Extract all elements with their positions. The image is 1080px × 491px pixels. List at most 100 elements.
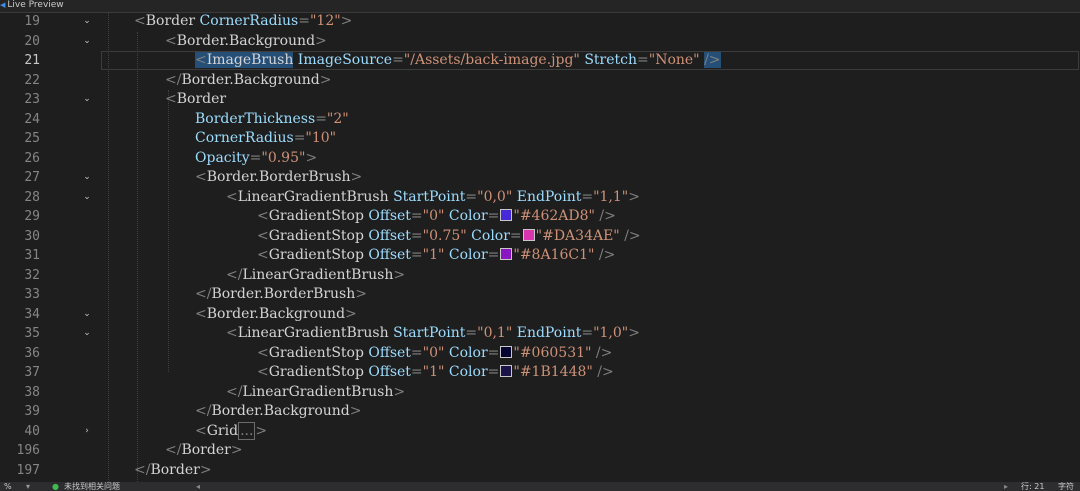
code-text[interactable]: CornerRadius="10" [195, 129, 336, 149]
scroll-left-icon[interactable]: ◂ [196, 482, 200, 491]
code-text[interactable]: <Border.BorderBrush> [195, 168, 362, 188]
code-line[interactable]: 27 ⌄ <Border.BorderBrush> [0, 168, 1080, 188]
code-line[interactable]: 22 </Border.Background> [0, 71, 1080, 91]
code-line[interactable]: 37 <GradientStop Offset="1" Color= "#1B144… [0, 363, 1080, 383]
punctuation: > [355, 286, 367, 302]
punctuation: = [249, 149, 262, 166]
code-text[interactable]: <Border CornerRadius="12"> [134, 12, 352, 32]
issues-status[interactable]: 未找到相关问题 [64, 482, 120, 491]
code-text[interactable]: </LinearGradientBrush> [226, 383, 405, 403]
code-text[interactable]: <LinearGradientBrush StartPoint="0,1" En… [226, 324, 640, 344]
collapsed-region[interactable]: ... [238, 421, 256, 440]
punctuation: > [305, 149, 318, 166]
tag-name-highlighted: ImageBrush [206, 52, 294, 68]
code-text[interactable]: </Border.Background> [165, 71, 332, 91]
zoom-level[interactable]: % [4, 482, 12, 491]
code-text[interactable]: <Grid... > [195, 421, 267, 442]
code-text[interactable]: <Border.Background> [195, 305, 357, 325]
code-line[interactable]: 30 <GradientStop Offset="0.75" Color= "#DA… [0, 227, 1080, 247]
code-line[interactable]: 26 Opacity="0.95"> [0, 149, 1080, 169]
punctuation: < [195, 169, 207, 185]
code-text[interactable]: <ImageBrush ImageSource="/Assets/back-im… [195, 51, 721, 71]
fold-chevron-down-icon[interactable]: ⌄ [82, 324, 92, 344]
check-circle-icon: ● [52, 482, 59, 491]
punctuation: > [199, 461, 212, 478]
color-swatch[interactable] [500, 365, 513, 377]
code-text[interactable]: </Border> [134, 461, 212, 481]
attribute-name: Color [448, 344, 488, 361]
attribute-value: "0" [422, 344, 445, 361]
code-text[interactable]: </Border.BorderBrush> [195, 285, 367, 305]
punctuation: </ [195, 403, 212, 419]
line-indicator[interactable]: 行: 21 [1021, 482, 1044, 491]
code-line[interactable]: 38 </LinearGradientBrush> [0, 383, 1080, 403]
code-text[interactable]: </Border> [165, 441, 243, 461]
tag-name: Border [150, 461, 200, 478]
code-line[interactable]: 35 ⌄ <LinearGradientBrush StartPoint="0,1"… [0, 324, 1080, 344]
code-text[interactable]: BorderThickness="2" [195, 110, 349, 130]
code-line[interactable]: 20 ⌄ <Border.Background> [0, 32, 1080, 52]
code-line[interactable]: 33 </Border.BorderBrush> [0, 285, 1080, 305]
attribute-value: "1,1" [593, 188, 629, 205]
punctuation: = [581, 188, 594, 205]
code-text[interactable]: <GradientStop Offset="0.75" Color= "#DA34… [257, 227, 641, 247]
fold-chevron-down-icon[interactable]: ⌄ [82, 32, 92, 52]
color-swatch[interactable] [500, 209, 513, 221]
line-number: 39 [24, 404, 40, 419]
attribute-name: ImageSource [297, 52, 393, 68]
code-line[interactable]: 34 ⌄ <Border.Background> [0, 305, 1080, 325]
attribute-name: CornerRadius [195, 130, 294, 146]
code-line[interactable]: 24 BorderThickness="2" [0, 110, 1080, 130]
tag-name: GradientStop [268, 344, 364, 361]
code-line[interactable]: 21 <ImageBrush ImageSource="/Assets/back-… [0, 51, 1080, 71]
punctuation: = [410, 364, 423, 380]
tag-name: Border.BorderBrush [206, 169, 351, 185]
char-indicator[interactable]: 字符 [1058, 482, 1074, 491]
color-swatch[interactable] [500, 248, 513, 260]
punctuation: = [298, 13, 310, 29]
code-text[interactable]: <GradientStop Offset="0" Color= "#060531"… [257, 344, 612, 364]
code-text[interactable]: Opacity="0.95"> [195, 149, 317, 169]
code-editor[interactable]: 19 ⌄ <Border CornerRadius="12"> 20 ⌄ <Border.… [0, 12, 1080, 482]
attribute-name: StartPoint [393, 325, 466, 341]
code-text[interactable]: <LinearGradientBrush StartPoint="0,0" En… [226, 188, 640, 208]
punctuation: = [410, 208, 423, 224]
fold-chevron-down-icon[interactable]: ⌄ [82, 12, 92, 32]
scroll-right-icon[interactable]: ▸ [1004, 482, 1008, 491]
attribute-value: "0.75" [422, 227, 467, 244]
fold-chevron-down-icon[interactable]: ⌄ [82, 90, 92, 110]
code-text[interactable]: </Border.Background> [195, 402, 362, 422]
code-line[interactable]: 39 </Border.Background> [0, 402, 1080, 422]
code-line[interactable]: 29 <GradientStop Offset="0" Color= "#462AD… [0, 207, 1080, 227]
code-line[interactable]: 40 › <Grid... > [0, 421, 1080, 442]
code-text[interactable]: <GradientStop Offset="1" Color= "#1B1448"… [257, 363, 614, 383]
code-line[interactable]: 196 </Border> [0, 441, 1080, 461]
code-line[interactable]: 32 </LinearGradientBrush> [0, 266, 1080, 286]
fold-chevron-down-icon[interactable]: ⌄ [82, 305, 92, 325]
attribute-name: EndPoint [516, 325, 582, 341]
code-line[interactable]: 197 </Border> [0, 461, 1080, 481]
code-text[interactable]: <GradientStop Offset="0" Color= "#462AD8"… [257, 207, 616, 227]
color-swatch[interactable] [522, 228, 535, 241]
zoom-dropdown-icon[interactable]: ▾ [26, 482, 30, 491]
code-text[interactable]: <Border.Background> [165, 32, 327, 52]
color-swatch[interactable] [500, 345, 513, 358]
code-text[interactable]: <Border [165, 90, 226, 110]
live-preview-tab[interactable]: ◀ Live Preview [0, 0, 64, 11]
code-line[interactable]: 19 ⌄ <Border CornerRadius="12"> [0, 12, 1080, 32]
code-text[interactable]: </LinearGradientBrush> [226, 266, 405, 286]
code-line[interactable]: 25 CornerRadius="10" [0, 129, 1080, 149]
line-number: 36 [24, 345, 40, 361]
fold-chevron-down-icon[interactable]: ⌄ [82, 168, 92, 188]
attribute-value: "0" [422, 208, 445, 224]
punctuation: < [134, 13, 146, 29]
code-line[interactable]: 23 ⌄ <Border [0, 90, 1080, 110]
punctuation: > [230, 442, 243, 458]
code-line[interactable]: 28 ⌄ <LinearGradientBrush StartPoint="0,0"… [0, 188, 1080, 208]
code-line[interactable]: 31 <GradientStop Offset="1" Color= "#8A16C… [0, 246, 1080, 266]
fold-chevron-down-icon[interactable]: ⌄ [82, 188, 92, 208]
punctuation: > [315, 32, 327, 49]
fold-chevron-right-icon[interactable]: › [82, 422, 92, 442]
code-text[interactable]: <GradientStop Offset="1" Color= "#8A16C1"… [257, 246, 615, 266]
code-line[interactable]: 36 <GradientStop Offset="0" Color= "#06053… [0, 344, 1080, 364]
